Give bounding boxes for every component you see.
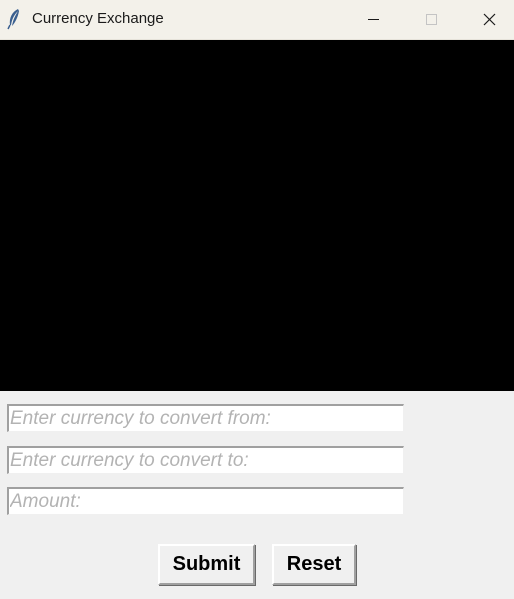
from-currency-input[interactable] xyxy=(7,404,404,432)
reset-button[interactable]: Reset xyxy=(272,544,356,585)
minimize-button[interactable] xyxy=(344,0,402,39)
display-canvas xyxy=(0,40,514,391)
app-window: Currency Exchange Submit Reset xyxy=(0,0,514,599)
window-title: Currency Exchange xyxy=(32,10,164,27)
feather-icon xyxy=(6,8,22,30)
close-button[interactable] xyxy=(460,0,514,39)
amount-input[interactable] xyxy=(7,487,404,515)
to-currency-input[interactable] xyxy=(7,446,404,474)
title-bar[interactable]: Currency Exchange xyxy=(0,0,514,40)
maximize-button[interactable] xyxy=(402,0,460,39)
submit-button[interactable]: Submit xyxy=(158,544,255,585)
